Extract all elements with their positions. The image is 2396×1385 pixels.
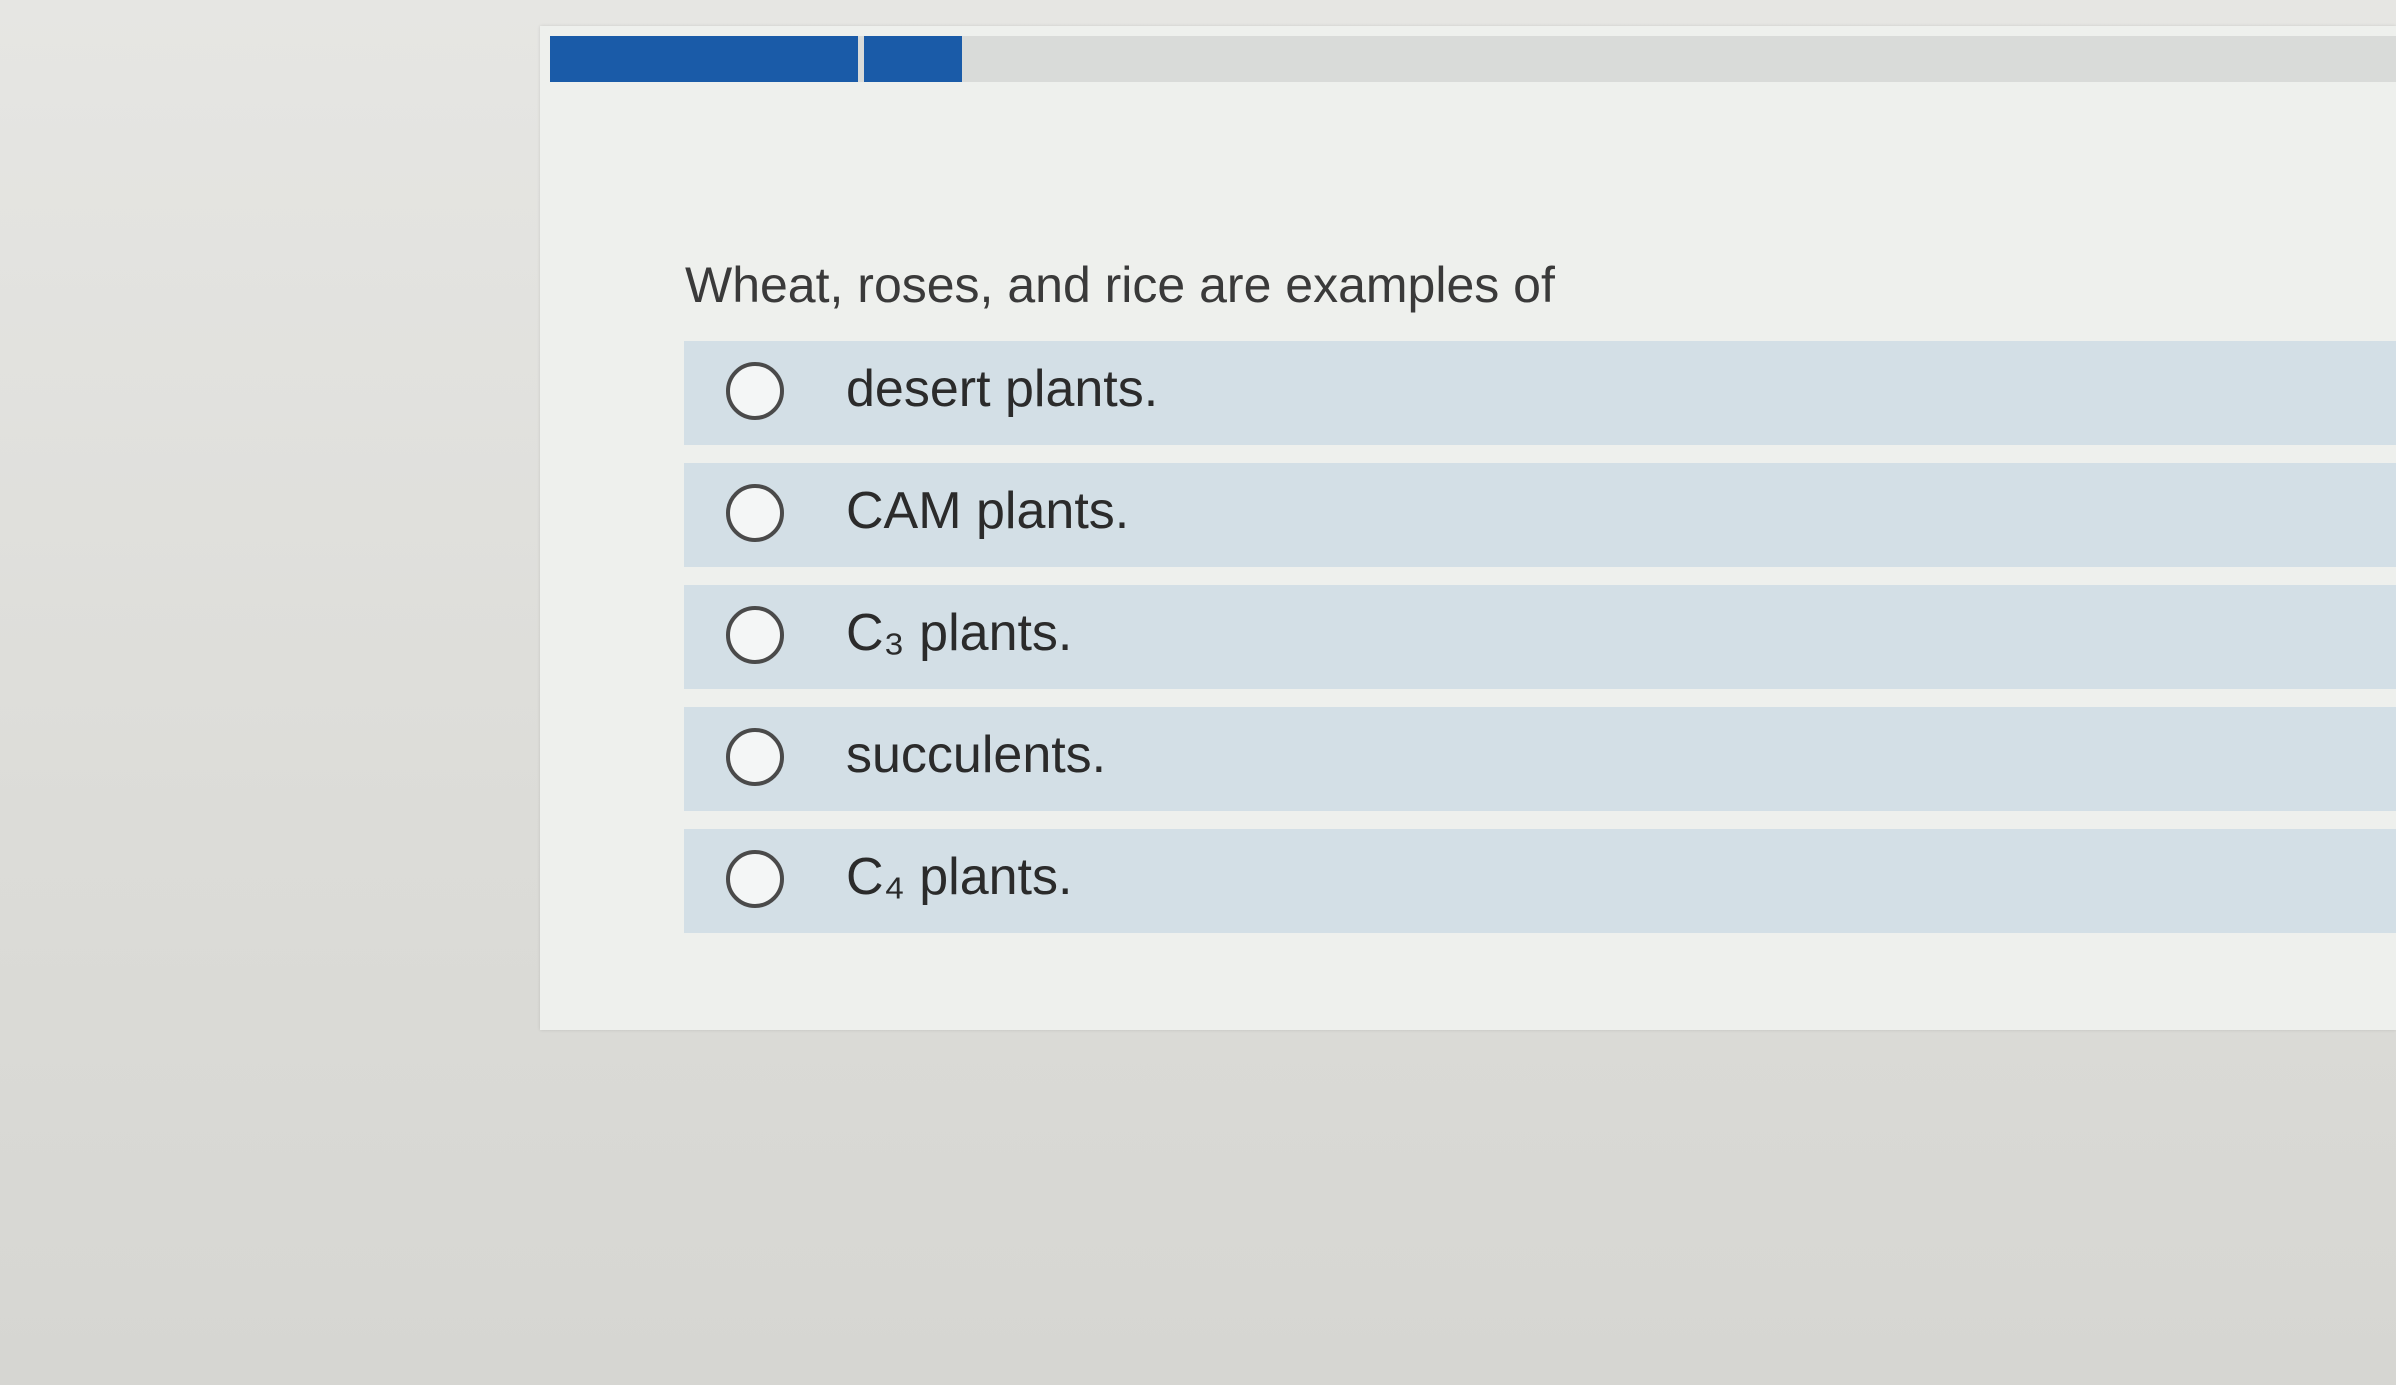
answer-option-c3-plants[interactable]: C₃ plants. [684,585,2396,689]
progress-segment-1 [550,36,858,82]
progress-bar [550,36,2396,82]
answer-option-cam-plants[interactable]: CAM plants. [684,463,2396,567]
answer-option-succulents[interactable]: succulents. [684,707,2396,811]
progress-segment-2 [864,36,962,82]
radio-button-icon[interactable] [726,850,784,908]
radio-button-icon[interactable] [726,728,784,786]
answer-option-label: C₃ plants. [846,604,1073,662]
answer-option-label: desert plants. [846,360,1159,418]
question-card: Wheat, roses, and rice are examples of d… [540,26,2396,1030]
answer-option-label: C₄ plants. [846,848,1073,906]
question-text: Wheat, roses, and rice are examples of [685,257,1555,313]
answer-option-desert-plants[interactable]: desert plants. [684,341,2396,445]
radio-button-icon[interactable] [726,362,784,420]
radio-button-icon[interactable] [726,606,784,664]
answer-option-label: CAM plants. [846,482,1130,540]
answer-option-c4-plants[interactable]: C₄ plants. [684,829,2396,933]
radio-button-icon[interactable] [726,484,784,542]
answer-options: desert plants. CAM plants. C₃ plants. su… [684,341,2396,951]
answer-option-label: succulents. [846,726,1107,784]
